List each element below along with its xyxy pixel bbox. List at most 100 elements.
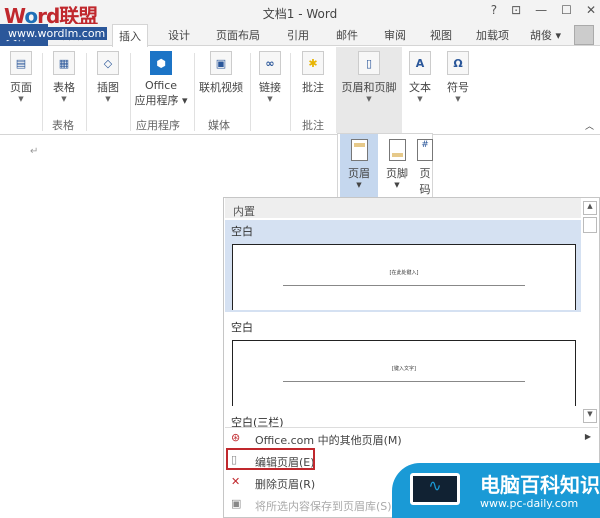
delete-page-icon: ✕ bbox=[231, 475, 241, 488]
user-account[interactable]: 胡俊 ▾ bbox=[530, 27, 561, 43]
divider bbox=[42, 53, 43, 131]
gallery-item-blank-2[interactable]: 空白 bbox=[225, 316, 581, 338]
online-video-button[interactable]: ▣ 联机视频 bbox=[196, 51, 246, 95]
chevron-right-icon: ▶ bbox=[584, 432, 591, 441]
footer-button[interactable]: 页脚 ▼ bbox=[378, 134, 416, 200]
chevron-down-icon: ▼ bbox=[61, 95, 67, 103]
page-icon: ▤ bbox=[10, 51, 32, 75]
page-number-icon: # bbox=[417, 139, 433, 161]
minimize-button[interactable]: — bbox=[535, 3, 547, 17]
tab-references[interactable]: 引用 bbox=[287, 27, 309, 43]
label: 将所选内容保存到页眉库(S)... bbox=[255, 500, 403, 513]
label: 插图 bbox=[97, 81, 119, 94]
gallery-item-label: 空白 bbox=[231, 225, 253, 238]
label: 页眉和页脚 bbox=[341, 81, 397, 94]
tab-design[interactable]: 设计 bbox=[168, 27, 190, 43]
label: 应用程序 ▾ bbox=[134, 94, 188, 107]
office-com-icon: ⊛ bbox=[231, 431, 241, 444]
divider bbox=[86, 53, 87, 131]
table-icon: ▦ bbox=[53, 51, 75, 75]
title-bar: Word联盟 文档1 - Word ? ⊡ — ☐ ✕ bbox=[0, 0, 600, 28]
preview-blank[interactable]: [在此处键入] bbox=[232, 244, 576, 310]
label: 页面 bbox=[10, 81, 32, 94]
text-icon: A bbox=[409, 51, 431, 75]
highlight-box bbox=[226, 448, 315, 470]
gallery-item-label: 空白 bbox=[231, 321, 253, 334]
divider bbox=[250, 53, 251, 131]
paragraph-mark-icon: ↵ bbox=[30, 146, 39, 157]
save-icon: ▣ bbox=[231, 497, 242, 510]
chevron-down-icon: ▼ bbox=[394, 181, 400, 189]
divider bbox=[194, 53, 195, 131]
label: 批注 bbox=[302, 81, 324, 94]
avatar[interactable] bbox=[574, 25, 594, 45]
header-footer-button[interactable]: ▯ 页眉和页脚 ▼ bbox=[336, 51, 402, 103]
office-apps-icon: ⬢ bbox=[150, 51, 172, 75]
header-button[interactable]: 页眉 ▼ bbox=[340, 134, 378, 200]
footer-page-icon bbox=[388, 139, 406, 161]
label: 删除页眉(R) bbox=[255, 478, 316, 491]
label: Office bbox=[144, 79, 178, 92]
divider bbox=[283, 285, 525, 286]
close-button[interactable]: ✕ bbox=[586, 3, 596, 17]
chevron-down-icon: ▼ bbox=[366, 95, 372, 103]
page-number-button[interactable]: #页码▼ bbox=[416, 134, 434, 205]
page-button[interactable]: ▤ 页面 ▼ bbox=[6, 51, 36, 103]
office-apps-button[interactable]: ⬢ Office 应用程序 ▾ bbox=[133, 51, 189, 108]
tab-view[interactable]: 视图 bbox=[430, 27, 452, 43]
brand-name: 电脑百科知识 bbox=[480, 473, 600, 497]
chevron-down-icon: ▼ bbox=[18, 95, 24, 103]
collapse-ribbon-icon[interactable]: ︿ bbox=[585, 119, 594, 132]
chevron-down-icon: ▼ bbox=[356, 181, 362, 189]
divider bbox=[290, 53, 291, 131]
ribbon-display-button[interactable]: ⊡ bbox=[511, 3, 521, 17]
label: 联机视频 bbox=[199, 81, 243, 94]
text-button[interactable]: A 文本 ▼ bbox=[404, 51, 436, 103]
ribbon: ▤ 页面 ▼ ▦ 表格 ▼ 表格 ◇ 插图 ▼ ⬢ Office 应用程序 ▾ 应用程序 ▣ 联机… bbox=[0, 47, 600, 135]
tab-addins[interactable]: 加载项 bbox=[476, 27, 509, 43]
link-icon: ∞ bbox=[259, 51, 281, 75]
label: 页脚 bbox=[386, 167, 408, 180]
table-button[interactable]: ▦ 表格 ▼ bbox=[48, 51, 80, 103]
group-label-apps: 应用程序 bbox=[136, 119, 180, 132]
gallery-scrollbar[interactable]: ▲ ▼ bbox=[583, 201, 597, 429]
brand-url: www.pc-daily.com bbox=[480, 497, 579, 510]
preview-blank-2[interactable]: [键入文字] bbox=[232, 340, 576, 406]
group-label-tables: 表格 bbox=[52, 119, 74, 132]
scroll-thumb[interactable] bbox=[583, 217, 597, 233]
placeholder-text: [键入文字] bbox=[392, 366, 416, 372]
link-button[interactable]: ∞ 链接 ▼ bbox=[254, 51, 286, 103]
group-label-media: 媒体 bbox=[208, 119, 230, 132]
chevron-down-icon: ▼ bbox=[455, 95, 461, 103]
group-label-comments: 批注 bbox=[302, 119, 324, 132]
watermark-url: www.wordlm.com bbox=[6, 27, 108, 40]
header-footer-gallery: 页眉▼ 页脚▼ #页码▼ bbox=[337, 133, 434, 205]
help-button[interactable]: ? bbox=[491, 3, 497, 17]
label: 文本 bbox=[409, 81, 431, 94]
divider bbox=[130, 53, 131, 131]
tab-review[interactable]: 审阅 bbox=[384, 27, 406, 43]
online-video-icon: ▣ bbox=[210, 51, 232, 75]
symbol-icon: Ω bbox=[447, 51, 469, 75]
illustration-button[interactable]: ◇ 插图 ▼ bbox=[92, 51, 124, 103]
menu-item-more-headers[interactable]: ⊛ Office.com 中的其他页眉(M) ▶ bbox=[225, 428, 599, 450]
maximize-button[interactable]: ☐ bbox=[561, 3, 572, 17]
monitor-logo-icon: ∿ bbox=[410, 473, 460, 505]
comment-button[interactable]: ✱ 批注 bbox=[296, 51, 330, 95]
illustration-icon: ◇ bbox=[97, 51, 119, 75]
header-footer-icon: ▯ bbox=[358, 51, 380, 75]
label: 页码 bbox=[419, 167, 431, 196]
placeholder-text: [在此处键入] bbox=[389, 270, 419, 276]
tab-layout[interactable]: 页面布局 bbox=[216, 27, 260, 43]
tab-mailings[interactable]: 邮件 bbox=[336, 27, 358, 43]
tab-insert[interactable]: 插入 bbox=[112, 24, 148, 47]
brand-watermark: ∿ 电脑百科知识 www.pc-daily.com bbox=[392, 463, 600, 518]
label: 符号 bbox=[447, 81, 469, 94]
symbol-button[interactable]: Ω 符号 ▼ bbox=[442, 51, 474, 103]
chevron-down-icon: ▼ bbox=[105, 95, 111, 103]
scroll-up-icon[interactable]: ▲ bbox=[583, 201, 597, 215]
label: Office.com 中的其他页眉(M) bbox=[255, 434, 402, 447]
scroll-down-icon[interactable]: ▼ bbox=[583, 409, 597, 423]
section-builtin: 内置 bbox=[225, 198, 581, 218]
comment-icon: ✱ bbox=[302, 51, 324, 75]
